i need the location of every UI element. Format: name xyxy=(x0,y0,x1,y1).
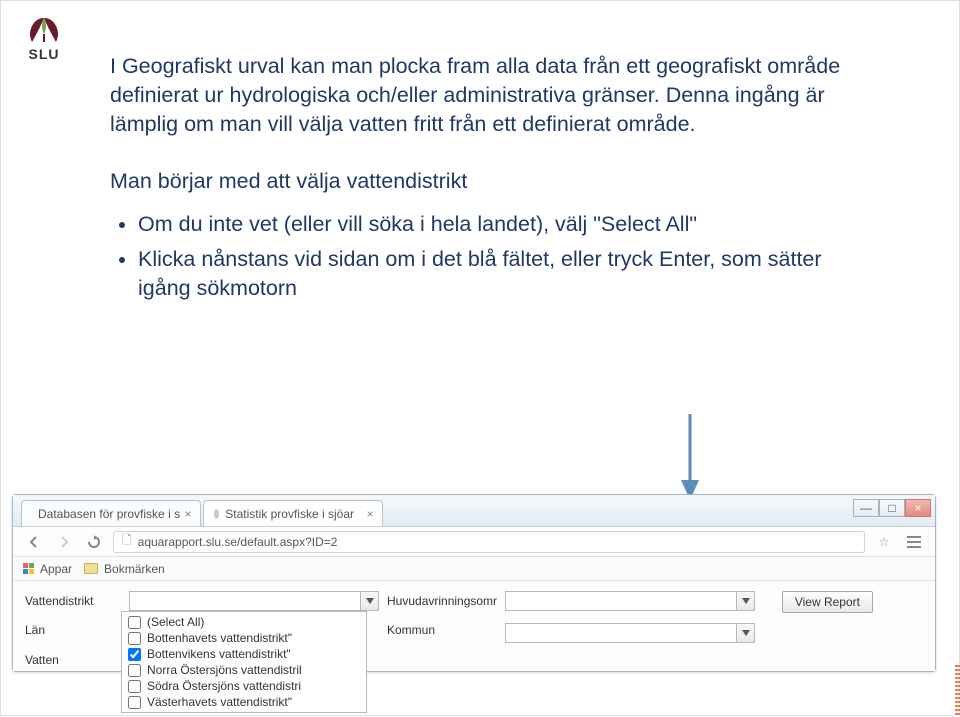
slide-body: I Geografiskt urval kan man plocka fram … xyxy=(110,52,870,309)
dropdown-option[interactable]: (Select All) xyxy=(122,614,366,630)
window-close-button[interactable]: × xyxy=(905,499,931,517)
chevron-down-icon[interactable] xyxy=(736,624,754,642)
logo-icon xyxy=(26,14,62,44)
arrow-icon xyxy=(678,412,702,502)
tab-strip: Databasen för provfiske i s × Statistik … xyxy=(13,495,935,527)
kommun-select[interactable] xyxy=(505,623,755,643)
option-checkbox[interactable] xyxy=(128,680,141,693)
page-icon: 🗋 xyxy=(122,531,132,552)
option-checkbox[interactable] xyxy=(128,696,141,709)
bookmarks-label: Bokmärken xyxy=(104,562,165,576)
chevron-down-icon[interactable] xyxy=(360,592,378,610)
vattendistrikt-label: Vattendistrikt xyxy=(25,591,121,608)
tab-label: Statistik provfiske i sjöar xyxy=(225,507,354,521)
close-icon[interactable]: × xyxy=(182,508,194,520)
close-icon[interactable]: × xyxy=(364,508,376,520)
huvudavrinningsomr-label: Huvudavrinningsomr xyxy=(387,591,497,608)
browser-window: Databasen för provfiske i s × Statistik … xyxy=(12,494,936,672)
back-button[interactable] xyxy=(23,531,45,553)
bookmark-bar: Appar Bokmärken xyxy=(13,557,935,581)
browser-tab[interactable]: Statistik provfiske i sjöar × xyxy=(203,500,383,526)
logo: SLU xyxy=(26,14,62,62)
bookmarks-folder[interactable]: Bokmärken xyxy=(84,562,165,576)
dropdown-option[interactable]: Norra Östersjöns vattendistril xyxy=(122,662,366,678)
option-checkbox[interactable] xyxy=(128,616,141,629)
option-checkbox[interactable] xyxy=(128,648,141,661)
lan-label: Län xyxy=(25,613,121,637)
bullet-list: Om du inte vet (eller vill söka i hela l… xyxy=(138,210,870,303)
vattendistrikt-select[interactable] xyxy=(129,591,379,611)
vatten-label: Vatten xyxy=(25,643,121,667)
view-report-button[interactable]: View Report xyxy=(782,591,873,613)
url-text: aquarapport.slu.se/default.aspx?ID=2 xyxy=(138,535,338,549)
tab-favicon xyxy=(214,509,219,519)
bullet-item: Om du inte vet (eller vill söka i hela l… xyxy=(138,210,870,239)
dropdown-option[interactable]: Södra Östersjöns vattendistri xyxy=(122,678,366,694)
forward-button[interactable] xyxy=(53,531,75,553)
apps-button[interactable]: Appar xyxy=(23,562,72,576)
chevron-down-icon[interactable] xyxy=(736,592,754,610)
tab-label: Databasen för provfiske i s xyxy=(38,507,180,521)
dropdown-option[interactable]: Västerhavets vattendistrikt" xyxy=(122,694,366,710)
reload-button[interactable] xyxy=(83,531,105,553)
bookmark-star-icon[interactable]: ☆ xyxy=(873,535,895,549)
huvudavrinningsomr-select[interactable] xyxy=(505,591,755,611)
kommun-label: Kommun xyxy=(387,613,497,637)
paragraph-1: I Geografiskt urval kan man plocka fram … xyxy=(110,52,870,139)
bullet-item: Klicka nånstans vid sidan om i det blå f… xyxy=(138,245,870,303)
logo-text: SLU xyxy=(29,46,60,62)
apps-icon xyxy=(23,563,34,574)
url-input[interactable]: 🗋 aquarapport.slu.se/default.aspx?ID=2 xyxy=(113,531,865,553)
apps-label: Appar xyxy=(40,562,72,576)
vattendistrikt-dropdown-panel[interactable]: (Select All) Bottenhavets vattendistrikt… xyxy=(121,611,367,713)
option-checkbox[interactable] xyxy=(128,664,141,677)
folder-icon xyxy=(84,563,98,574)
browser-tab[interactable]: Databasen för provfiske i s × xyxy=(21,500,201,526)
minimize-button[interactable]: — xyxy=(853,499,879,517)
option-checkbox[interactable] xyxy=(128,632,141,645)
maximize-button[interactable]: □ xyxy=(879,499,905,517)
address-bar: 🗋 aquarapport.slu.se/default.aspx?ID=2 ☆ xyxy=(13,527,935,557)
report-form: Vattendistrikt Huvudavrinningsomr View R… xyxy=(13,581,935,671)
window-controls: — □ × xyxy=(853,499,931,517)
menu-button[interactable] xyxy=(903,531,925,553)
dropdown-option[interactable]: Bottenhavets vattendistrikt" xyxy=(122,630,366,646)
paragraph-2: Man börjar med att välja vattendistrikt xyxy=(110,167,870,196)
dropdown-option[interactable]: Bottenvikens vattendistrikt" xyxy=(122,646,366,662)
scrollbar[interactable] xyxy=(955,665,960,717)
